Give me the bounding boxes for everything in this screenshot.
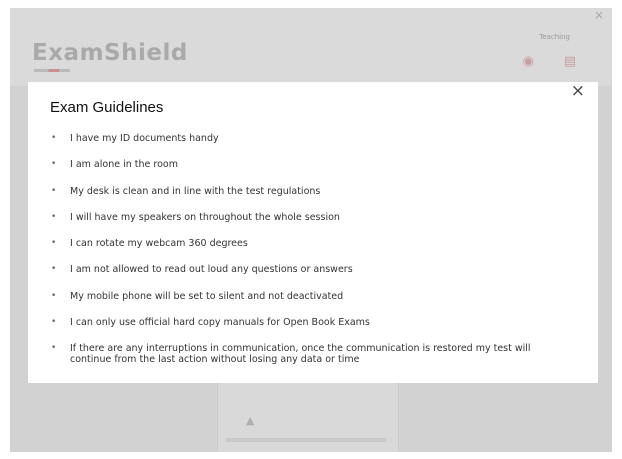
guideline-text: I can rotate my webcam 360 degrees xyxy=(70,238,248,250)
guideline-item: • My mobile phone will be set to silent … xyxy=(28,291,598,302)
guideline-text: I will have my speakers on throughout th… xyxy=(70,211,340,223)
guideline-item: • If there are any interruptions in comm… xyxy=(28,343,598,365)
lock-icon: ▲ xyxy=(246,414,255,427)
user-icon: ◉ xyxy=(522,54,534,69)
guideline-text: I am not allowed to read out loud any qu… xyxy=(70,264,353,276)
guideline-item: • I am alone in the room xyxy=(28,159,598,170)
bullet-icon: • xyxy=(51,264,57,275)
app-header: ExamShield × Teaching ◉ ▤ xyxy=(10,8,612,86)
bullet-icon: • xyxy=(51,211,57,222)
guideline-item: • I have my ID documents handy xyxy=(28,133,598,144)
app-logo: ExamShield xyxy=(32,40,188,66)
header-tag: Teaching xyxy=(539,33,570,41)
bullet-icon: • xyxy=(51,238,57,249)
guideline-item: • I can rotate my webcam 360 degrees xyxy=(28,238,598,249)
guideline-text: I am alone in the room xyxy=(70,159,178,171)
guideline-item: • I will have my speakers on throughout … xyxy=(28,212,598,223)
guideline-text: If there are any interruptions in commun… xyxy=(70,343,531,366)
bullet-icon: • xyxy=(51,317,57,328)
bullet-icon: • xyxy=(51,185,57,196)
window-close-icon: × xyxy=(593,8,604,22)
bullet-icon: • xyxy=(51,290,57,301)
bullet-icon: • xyxy=(51,343,57,354)
modal-title: Exam Guidelines xyxy=(50,99,164,116)
logo-underline xyxy=(34,69,70,72)
bullet-icon: • xyxy=(51,159,57,170)
guidelines-modal: × Exam Guidelines • I have my ID documen… xyxy=(28,82,598,383)
bullet-icon: • xyxy=(51,133,57,143)
guideline-item: • I can only use official hard copy manu… xyxy=(28,317,598,328)
guideline-text: I have my ID documents handy xyxy=(70,133,219,144)
guidelines-list: • I have my ID documents handy • I am al… xyxy=(28,133,598,381)
close-icon[interactable]: × xyxy=(571,82,585,100)
guideline-text: My mobile phone will be set to silent an… xyxy=(70,290,344,302)
guideline-text: I can only use official hard copy manual… xyxy=(70,317,370,329)
document-icon: ▤ xyxy=(563,54,576,69)
guideline-text: My desk is clean and in line with the te… xyxy=(70,185,321,197)
background-card-text xyxy=(226,438,386,442)
guideline-item: • My desk is clean and in line with the … xyxy=(28,186,598,197)
guideline-item: • I am not allowed to read out loud any … xyxy=(28,264,598,275)
